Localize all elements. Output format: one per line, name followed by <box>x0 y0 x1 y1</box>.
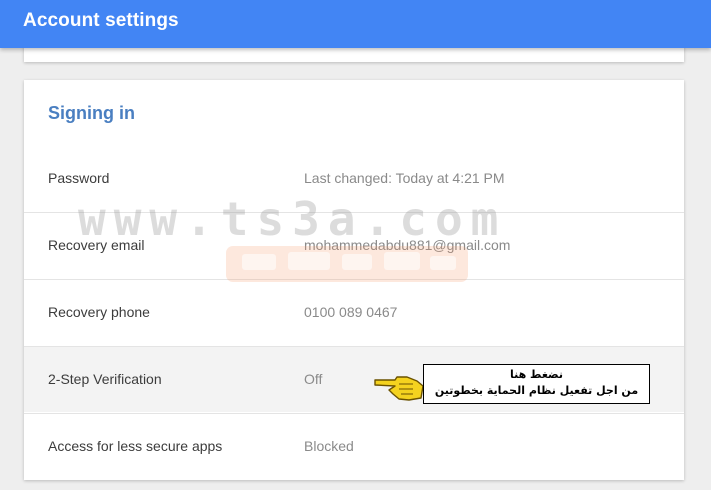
recovery-email-value: mohammedabdu881@gmail.com <box>304 237 511 253</box>
annotation-line-1: نضغط هنا <box>509 368 564 381</box>
recovery-email-row[interactable]: Recovery email mohammedabdu881@gmail.com <box>24 212 684 278</box>
recovery-phone-value: 0100 089 0467 <box>304 304 398 320</box>
annotation-callout: نضغط هنا من اجل تفعيل نظام الحماية بخطوت… <box>423 364 650 404</box>
two-step-verification-value: Off <box>304 371 323 387</box>
page-title: Account settings <box>23 10 179 31</box>
recovery-email-label: Recovery email <box>48 237 145 253</box>
less-secure-apps-row[interactable]: Access for less secure apps Blocked <box>24 413 684 479</box>
annotation-line-2: من اجل تفعيل نظام الحماية بخطوتين <box>434 384 639 397</box>
recovery-phone-row[interactable]: Recovery phone 0100 089 0467 <box>24 279 684 345</box>
section-title: Signing in <box>48 103 135 123</box>
app-header: Account settings <box>0 0 711 48</box>
two-step-verification-label: 2-Step Verification <box>48 371 162 387</box>
signing-in-card: Signing in Password Last changed: Today … <box>24 80 684 480</box>
password-value: Last changed: Today at 4:21 PM <box>304 170 505 186</box>
password-row[interactable]: Password Last changed: Today at 4:21 PM <box>24 146 684 212</box>
less-secure-apps-label: Access for less secure apps <box>48 438 223 454</box>
less-secure-apps-value: Blocked <box>304 438 354 454</box>
pointing-hand-icon <box>374 376 424 401</box>
password-label: Password <box>48 170 110 186</box>
recovery-phone-label: Recovery phone <box>48 304 150 320</box>
